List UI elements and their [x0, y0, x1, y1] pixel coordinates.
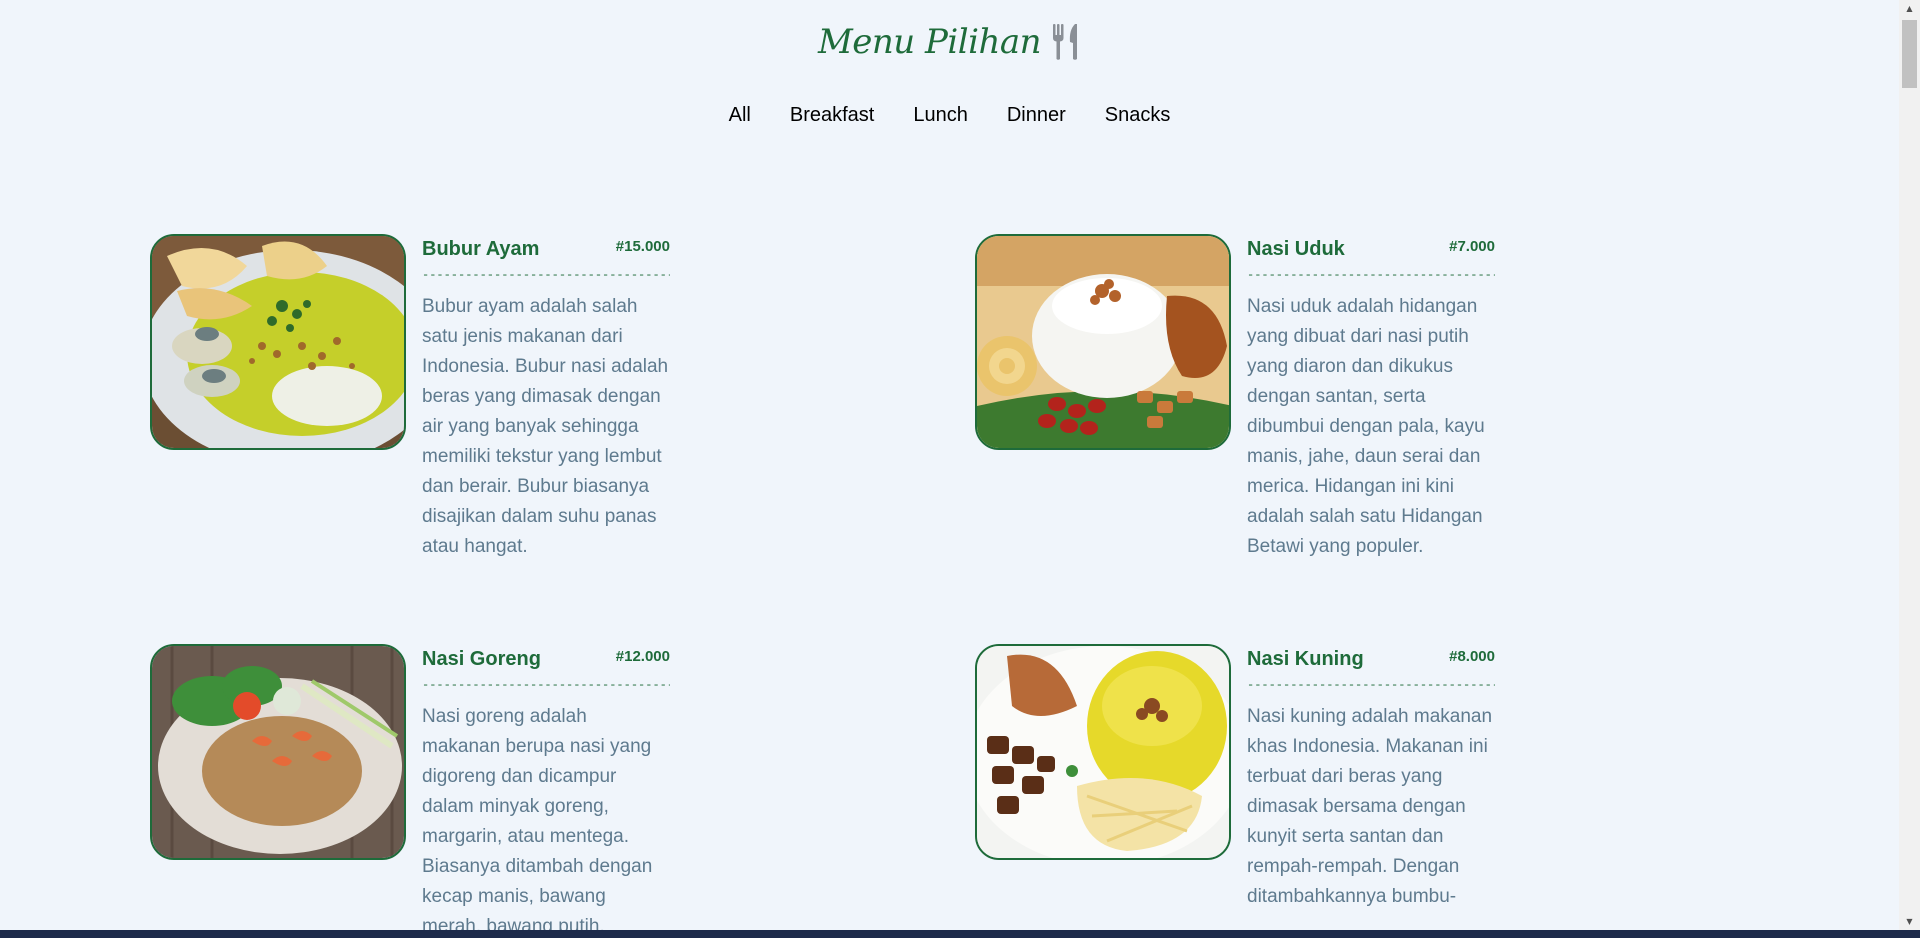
item-price: #12.000 — [615, 648, 670, 665]
item-name: Nasi Kuning — [1247, 648, 1364, 670]
food-image — [975, 234, 1231, 450]
item-divider: ----------------------------------- — [1247, 678, 1495, 692]
item-description: Bubur ayam adalah salah satu jenis makan… — [422, 296, 669, 557]
scroll-up-icon[interactable]: ▲ — [1899, 0, 1920, 17]
item-price: #7.000 — [1449, 238, 1495, 255]
fork-knife-icon — [1051, 22, 1081, 62]
nav-item-lunch[interactable]: Lunch — [913, 104, 968, 127]
nav-item-breakfast[interactable]: Breakfast — [790, 104, 874, 127]
item-divider: ----------------------------------- — [422, 268, 670, 282]
item-divider: ----------------------------------- — [1247, 268, 1495, 282]
food-image — [975, 644, 1231, 860]
nav-item-all[interactable]: All — [729, 104, 751, 127]
item-name: Nasi Uduk — [1247, 238, 1345, 260]
item-name: Nasi Goreng — [422, 648, 541, 670]
menu-item: Nasi Goreng #12.000 --------------------… — [150, 644, 670, 930]
item-description: Nasi uduk adalah hidangan yang dibuat da… — [1247, 296, 1485, 557]
food-image — [150, 234, 406, 450]
item-price: #8.000 — [1449, 648, 1495, 665]
page-title: Menu Pilihan — [817, 22, 1042, 62]
menu-item: Nasi Kuning #8.000 ---------------------… — [975, 644, 1495, 930]
vertical-scrollbar[interactable]: ▲ ▼ — [1899, 0, 1920, 930]
category-nav: All Breakfast Lunch Dinner Snacks — [0, 104, 1899, 127]
menu-item: Bubur Ayam #15.000 ---------------------… — [150, 234, 670, 574]
food-image — [150, 644, 406, 860]
item-price: #15.000 — [615, 238, 670, 255]
nav-item-snacks[interactable]: Snacks — [1105, 104, 1171, 127]
scroll-down-icon[interactable]: ▼ — [1899, 913, 1920, 930]
taskbar — [0, 930, 1920, 938]
header: Menu Pilihan — [0, 22, 1899, 62]
item-name: Bubur Ayam — [422, 238, 540, 260]
item-description: Nasi kuning adalah makanan khas Indonesi… — [1247, 706, 1493, 907]
nav-item-dinner[interactable]: Dinner — [1007, 104, 1066, 127]
menu-item: Nasi Uduk #7.000 -----------------------… — [975, 234, 1495, 574]
item-description: Nasi goreng adalah makanan berupa nasi y… — [422, 706, 653, 930]
scrollbar-thumb[interactable] — [1902, 20, 1917, 88]
page: Menu Pilihan All Breakfast Lunch Dinner … — [0, 0, 1899, 930]
item-divider: ----------------------------------- — [422, 678, 670, 692]
